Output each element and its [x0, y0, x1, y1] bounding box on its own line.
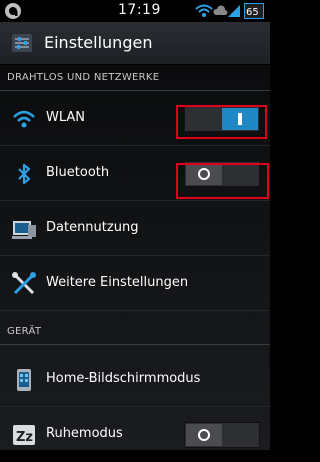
wifi-icon	[10, 105, 38, 133]
sleep-mode-icon: Zz	[10, 421, 38, 449]
wlan-label: WLAN	[46, 110, 86, 125]
sleep-mode-toggle[interactable]	[184, 422, 260, 448]
home-screen-icon	[10, 366, 38, 394]
cloud-icon	[213, 5, 228, 15]
bluetooth-toggle-highlight	[176, 163, 269, 199]
battery-level: 65	[246, 7, 259, 18]
settings-list: DRAHTLOS UND NETZWERKE WLAN Bluetooth Da…	[0, 65, 270, 450]
setting-item-more-settings[interactable]: Weitere Einstellungen	[0, 257, 270, 311]
data-usage-label: Datennutzung	[46, 220, 139, 235]
bluetooth-icon	[10, 160, 38, 188]
sleep-mode-label: Ruhemodus	[46, 426, 123, 441]
data-usage-icon	[10, 215, 38, 243]
home-screen-mode-label: Home-Bildschirmmodus	[46, 371, 201, 386]
action-bar: Einstellungen	[0, 22, 270, 65]
section-header-wireless: DRAHTLOS UND NETZWERKE	[0, 65, 270, 91]
svg-text:Zz: Zz	[16, 430, 33, 445]
status-time: 17:19	[118, 2, 161, 18]
setting-item-home-screen-mode[interactable]: Home-Bildschirmmodus	[0, 353, 270, 407]
wifi-icon	[195, 4, 213, 17]
circle-a-icon	[4, 2, 22, 24]
more-settings-label: Weitere Einstellungen	[46, 275, 189, 290]
status-bar: 17:19 65	[0, 0, 270, 22]
signal-icon	[228, 5, 240, 17]
setting-item-data-usage[interactable]: Datennutzung	[0, 202, 270, 256]
tools-icon	[10, 270, 38, 298]
page-title: Einstellungen	[44, 33, 153, 52]
settings-icon[interactable]	[8, 29, 36, 57]
wlan-toggle-highlight	[176, 105, 267, 139]
bluetooth-label: Bluetooth	[46, 165, 110, 180]
setting-item-sleep-mode[interactable]: Zz Ruhemodus	[0, 408, 270, 462]
section-header-device: GERÄT	[0, 319, 270, 345]
